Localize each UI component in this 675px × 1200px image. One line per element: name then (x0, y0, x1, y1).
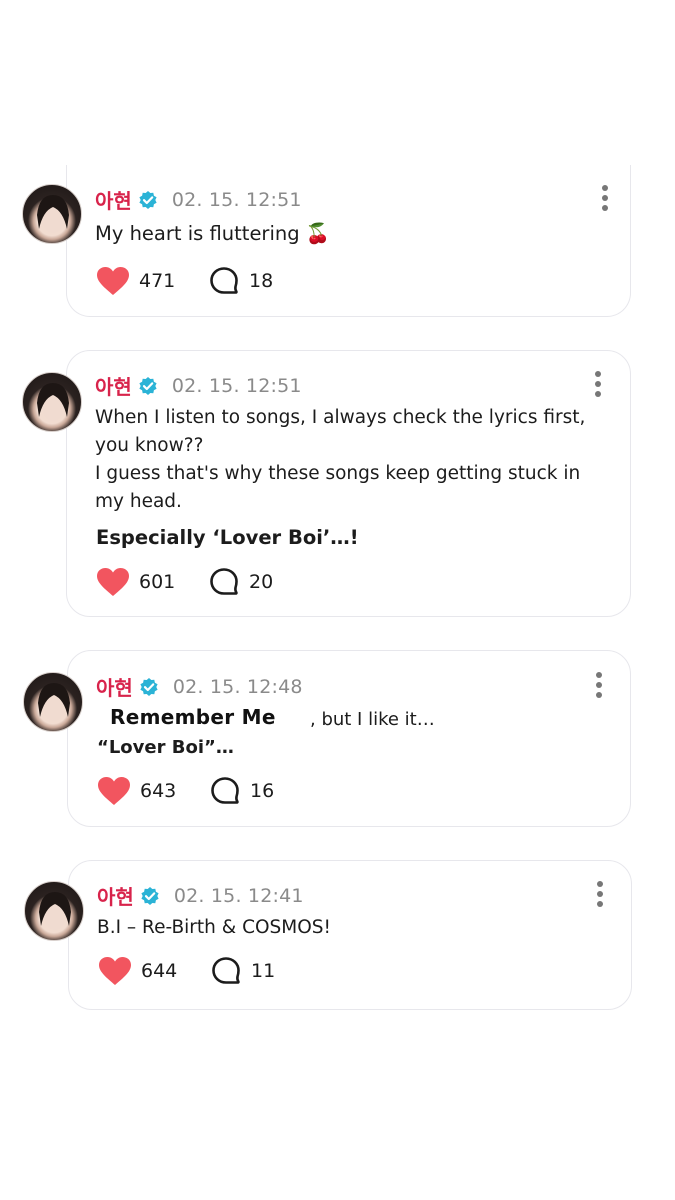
comment-count: 16 (250, 780, 275, 802)
cherry-emoji: 🍒 (305, 222, 331, 245)
post-date: 02. 15. 12:51 (171, 188, 302, 211)
author-name[interactable]: 아현 (96, 672, 133, 701)
verified-badge-icon (138, 376, 158, 396)
comment-count: 11 (251, 960, 276, 982)
post-highlight: Especially ‘Lover Boi’…! (96, 526, 359, 549)
post-stats: 643 16 (97, 776, 274, 806)
avatar[interactable] (22, 372, 82, 432)
song-title-sticker: Remember Me (110, 705, 276, 729)
kebab-menu-icon[interactable] (600, 185, 610, 211)
post-date: 02. 15. 12:48 (172, 675, 303, 698)
comment-bubble-icon[interactable] (209, 567, 239, 597)
post-header: 아현 02. 15. 12:51 (95, 185, 302, 214)
post-stats: 644 11 (98, 956, 275, 986)
kebab-menu-icon[interactable] (593, 371, 603, 397)
comment-count: 20 (249, 571, 274, 593)
post-text-body: My heart is fluttering (95, 222, 300, 245)
post-stats: 471 18 (96, 266, 273, 296)
post-text: B.I – Re-Birth & COSMOS! (97, 917, 331, 938)
heart-icon[interactable] (96, 266, 130, 296)
like-count: 471 (139, 270, 176, 292)
post-header: 아현 02. 15. 12:41 (97, 881, 304, 910)
verified-badge-icon (140, 886, 160, 906)
post-stats: 601 20 (96, 567, 273, 597)
kebab-menu-icon[interactable] (594, 672, 604, 698)
post-date: 02. 15. 12:51 (171, 374, 302, 397)
post-text-line: , but I like it… (310, 709, 435, 730)
comment-bubble-icon[interactable] (209, 266, 239, 296)
author-name[interactable]: 아현 (97, 881, 134, 910)
avatar[interactable] (22, 184, 82, 244)
avatar[interactable] (23, 672, 83, 732)
avatar[interactable] (24, 881, 84, 941)
post-date: 02. 15. 12:41 (173, 884, 304, 907)
comment-count: 18 (249, 270, 274, 292)
heart-icon[interactable] (98, 956, 132, 986)
like-count: 643 (140, 780, 177, 802)
author-name[interactable]: 아현 (95, 371, 132, 400)
heart-icon[interactable] (96, 567, 130, 597)
comment-bubble-icon[interactable] (211, 956, 241, 986)
post-header: 아현 02. 15. 12:48 (96, 672, 303, 701)
post-text: When I listen to songs, I always check t… (95, 404, 585, 516)
comment-bubble-icon[interactable] (210, 776, 240, 806)
post-text-line: “Lover Boi”… (97, 737, 234, 758)
post-text-line: my head. (95, 491, 182, 512)
heart-icon[interactable] (97, 776, 131, 806)
kebab-menu-icon[interactable] (595, 881, 605, 907)
verified-badge-icon (139, 677, 159, 697)
post-text-line: I guess that's why these songs keep gett… (95, 463, 581, 484)
post-text-line: When I listen to songs, I always check t… (95, 407, 586, 428)
post-feed: 아현 02. 15. 12:51 My heart is fluttering … (0, 0, 675, 1200)
author-name[interactable]: 아현 (95, 185, 132, 214)
like-count: 644 (141, 960, 178, 982)
verified-badge-icon (138, 190, 158, 210)
post-text-line: you know?? (95, 435, 204, 456)
like-count: 601 (139, 571, 176, 593)
post-header: 아현 02. 15. 12:51 (95, 371, 302, 400)
post-text: My heart is fluttering 🍒 (95, 220, 330, 248)
